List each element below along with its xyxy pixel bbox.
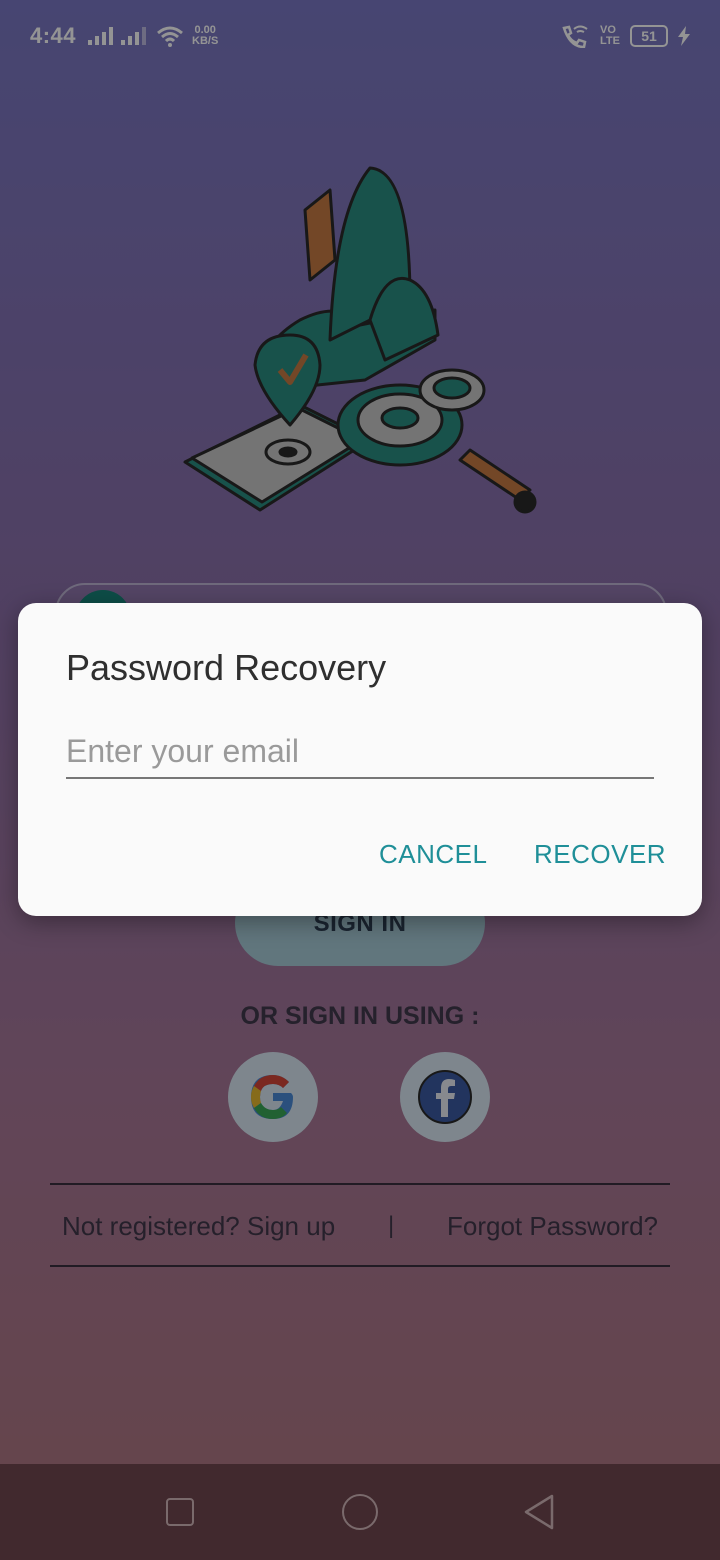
recover-button[interactable]: RECOVER bbox=[534, 839, 666, 870]
email-input[interactable] bbox=[66, 725, 654, 779]
password-recovery-dialog: Password Recovery CANCEL RECOVER bbox=[18, 603, 702, 916]
dialog-title: Password Recovery bbox=[66, 647, 387, 688]
cancel-button[interactable]: CANCEL bbox=[379, 839, 487, 870]
back-button[interactable] bbox=[522, 1494, 556, 1530]
home-button[interactable] bbox=[342, 1494, 378, 1530]
navigation-bar bbox=[0, 1464, 720, 1560]
recent-apps-button[interactable] bbox=[166, 1498, 194, 1526]
